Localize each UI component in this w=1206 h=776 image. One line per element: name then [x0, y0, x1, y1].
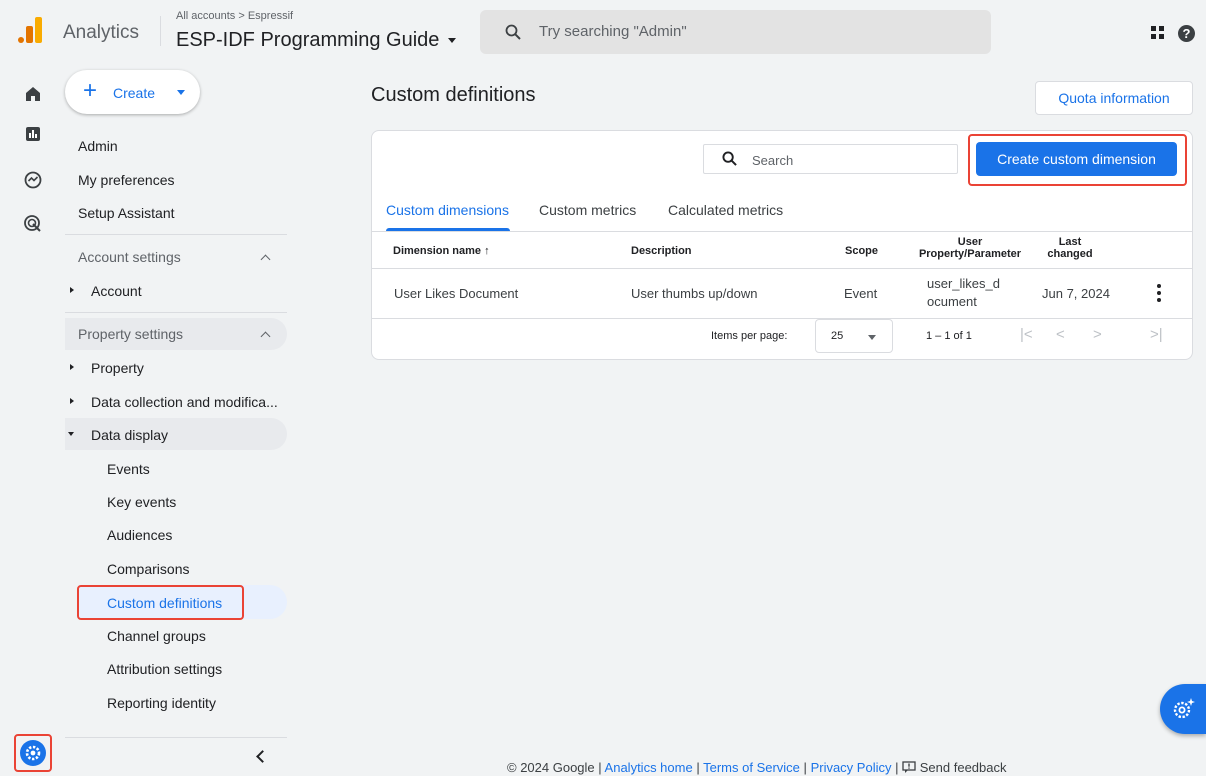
search-icon — [722, 151, 737, 166]
create-custom-dimension-button[interactable]: Create custom dimension — [976, 142, 1177, 176]
column-header-dimension-name[interactable]: Dimension name ↑ — [393, 245, 490, 257]
sidebar-item-admin[interactable]: Admin — [78, 138, 118, 154]
divider — [65, 312, 287, 313]
sidebar-item-audiences[interactable]: Audiences — [107, 527, 172, 543]
chevron-down-icon[interactable] — [448, 38, 456, 43]
column-header-last-changed[interactable]: Last changed — [1046, 236, 1094, 260]
copyright: © 2024 Google | — [507, 760, 602, 775]
sidebar-item-my-preferences[interactable]: My preferences — [78, 172, 174, 188]
collapse-sidebar-icon[interactable] — [256, 750, 269, 763]
cell-description: User thumbs up/down — [631, 286, 758, 301]
tab-calculated-metrics[interactable]: Calculated metrics — [668, 202, 783, 218]
sidebar-item-account[interactable]: Account — [91, 283, 142, 299]
cell-parameter-line2: ocument — [927, 294, 977, 309]
expand-arrow-icon[interactable] — [70, 287, 74, 293]
column-header-user-property-line1: User — [957, 236, 983, 248]
divider — [160, 16, 161, 46]
divider — [65, 234, 287, 235]
help-icon[interactable]: ? — [1178, 25, 1195, 42]
terms-of-service-link[interactable]: Terms of Service — [703, 760, 800, 775]
analytics-home-link[interactable]: Analytics home — [605, 760, 693, 775]
product-name[interactable]: Analytics — [63, 22, 139, 44]
ai-settings-fab[interactable] — [1160, 684, 1206, 734]
expand-arrow-icon[interactable] — [70, 398, 74, 404]
sidebar-item-channel-groups[interactable]: Channel groups — [107, 628, 206, 644]
sidebar-item-data-collection[interactable]: Data collection and modifica... — [91, 394, 278, 410]
divider — [372, 231, 1192, 232]
next-page-icon[interactable]: > — [1093, 326, 1102, 343]
more-vert-icon[interactable] — [1157, 284, 1161, 302]
sidebar-item-data-display[interactable]: Data display — [91, 427, 168, 443]
chevron-down-icon — [177, 90, 185, 95]
cell-last-changed: Jun 7, 2024 — [1042, 286, 1110, 301]
column-header-user-property[interactable]: User Property/Parameter — [912, 236, 1028, 260]
feedback-icon[interactable] — [902, 760, 920, 775]
column-header-last-changed-line2: changed — [1047, 248, 1093, 260]
items-per-page-select[interactable] — [815, 319, 893, 353]
sidebar-item-events[interactable]: Events — [107, 461, 150, 477]
column-header-user-property-line2: Property/Parameter — [918, 248, 1022, 260]
gear-icon — [20, 740, 46, 766]
collapse-arrow-icon[interactable] — [68, 432, 74, 436]
expand-arrow-icon[interactable] — [70, 364, 74, 370]
column-header-description[interactable]: Description — [631, 245, 692, 257]
create-label: Create — [113, 85, 156, 101]
quota-information-button[interactable]: Quota information — [1035, 81, 1193, 115]
chevron-up-icon[interactable] — [260, 254, 271, 265]
sidebar-item-key-events[interactable]: Key events — [107, 494, 176, 510]
advertising-icon[interactable] — [23, 214, 43, 234]
sidebar-item-attribution-settings[interactable]: Attribution settings — [107, 661, 222, 677]
reports-icon[interactable] — [23, 124, 43, 144]
tab-custom-dimensions[interactable]: Custom dimensions — [386, 202, 509, 218]
chevron-down-icon — [868, 335, 876, 340]
tab-custom-metrics[interactable]: Custom metrics — [539, 202, 636, 218]
sidebar-item-custom-definitions[interactable]: Custom definitions — [107, 595, 222, 611]
create-button[interactable]: + Create — [65, 70, 200, 114]
search-placeholder[interactable]: Try searching "Admin" — [539, 23, 687, 40]
items-per-page-label: Items per page: — [711, 330, 788, 342]
section-property-settings[interactable]: Property settings — [78, 326, 183, 342]
cell-parameter-line1: user_likes_d — [927, 276, 1000, 291]
sidebar-item-comparisons[interactable]: Comparisons — [107, 561, 189, 577]
explore-icon[interactable] — [23, 170, 43, 190]
divider — [372, 318, 1192, 319]
footer-separator: | — [895, 760, 899, 775]
gear-sparkle-icon — [1173, 698, 1195, 719]
home-icon[interactable] — [23, 84, 43, 104]
property-selector[interactable]: ESP-IDF Programming Guide — [176, 29, 439, 52]
account-breadcrumb[interactable]: All accounts > Espressif — [176, 10, 293, 22]
last-page-icon[interactable]: >| — [1150, 326, 1163, 343]
sidebar-item-setup-assistant[interactable]: Setup Assistant — [78, 205, 175, 221]
apps-grid-icon[interactable] — [1151, 26, 1165, 40]
footer: © 2024 Google | Analytics home | Terms o… — [507, 760, 1006, 775]
sidebar-item-property[interactable]: Property — [91, 360, 144, 376]
admin-gear-button[interactable] — [14, 734, 52, 772]
search-icon — [505, 24, 521, 40]
send-feedback-link[interactable]: Send feedback — [920, 760, 1007, 775]
table-search-placeholder[interactable]: Search — [752, 153, 793, 168]
first-page-icon[interactable]: |< — [1020, 326, 1033, 343]
previous-page-icon[interactable]: < — [1056, 326, 1065, 343]
top-bar: Analytics All accounts > Espressif ESP-I… — [0, 0, 1206, 60]
divider — [372, 268, 1192, 269]
divider — [65, 737, 287, 738]
pagination-range: 1 – 1 of 1 — [926, 330, 972, 342]
footer-separator: | — [803, 760, 807, 775]
items-per-page-value: 25 — [831, 330, 844, 342]
footer-separator: | — [696, 760, 700, 775]
privacy-policy-link[interactable]: Privacy Policy — [811, 760, 892, 775]
sidebar-item-reporting-identity[interactable]: Reporting identity — [107, 695, 216, 711]
column-header-last-changed-line1: Last — [1058, 236, 1082, 248]
column-header-scope[interactable]: Scope — [845, 245, 878, 257]
table-search-input[interactable] — [703, 144, 958, 174]
page-title: Custom definitions — [371, 84, 536, 106]
cell-scope: Event — [844, 286, 878, 301]
analytics-logo[interactable] — [18, 17, 44, 43]
plus-icon: + — [83, 77, 98, 104]
cell-dimension-name: User Likes Document — [394, 286, 519, 301]
section-account-settings[interactable]: Account settings — [78, 249, 181, 265]
